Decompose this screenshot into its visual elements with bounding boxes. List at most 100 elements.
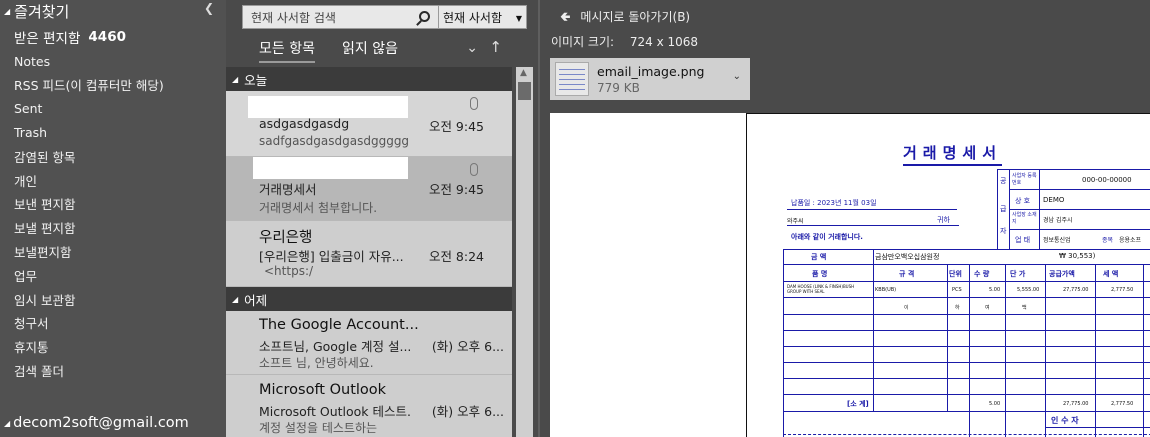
search-icon[interactable] [419,11,430,22]
folder-trash[interactable]: Trash [0,121,226,145]
folder-label: 검색 폴더 [14,363,64,379]
message-preview: <https:/ [264,264,314,278]
search-bar: 현재 사서함 검색 현재 사서함 ▼ [242,5,528,29]
reg-no-value: 000-00-00000 [1082,176,1132,184]
folder-label: Sent [14,101,43,117]
folder-label: 업무 [14,268,38,284]
column-header: 세 액 [1103,270,1119,278]
back-to-message-button[interactable]: 🢀 메시지로 돌아가기(B) [560,8,690,30]
folder-bills[interactable]: 청구서 [0,311,226,335]
subtotal-qty: 5.00 [989,401,1001,407]
group-header-today[interactable]: ◢ 오늘 [226,67,512,91]
redacted-sender [248,96,408,118]
message-sender: 우리은행 [259,230,313,246]
scroll-up-arrow-icon[interactable]: ▲ [520,68,527,78]
folder-drafts[interactable]: 임시 보관함 [0,287,226,311]
company-name-label: 상 호 [1015,197,1031,205]
recipient-suffix: 귀하 [937,216,950,224]
paperclip-icon [470,163,478,176]
attachment-card[interactable]: email_image.png 779 KB ⌄ [550,58,750,100]
search-scope-dropdown[interactable]: 현재 사서함 ▼ [439,5,527,29]
folder-outbox[interactable]: 보낼 편지함 [0,216,226,240]
invoice-document: 거래명세서 공 급 자 사업자 등록번호 000-00-00000 상 호 DE… [746,113,1150,437]
collapse-triangle-icon: ◢ [232,294,239,304]
column-header: 규 격 [899,270,915,278]
message-time: (화) 오후 6... [431,339,504,354]
document-title: 거래명세서 [903,142,1003,166]
attachment-size: 779 KB [597,81,640,95]
tab-all-items[interactable]: 모든 항목 [259,38,315,63]
column-header: 단 가 [1010,270,1026,278]
folder-label: 임시 보관함 [14,292,76,308]
account-header[interactable]: ◢ decom2soft@gmail.com [0,409,226,437]
redacted-sender [253,157,408,179]
message-subject: 거래명세서 [259,182,317,197]
folder-label: 보낼편지함 [14,244,72,260]
image-thumbnail-icon [555,62,589,96]
list-item[interactable]: Microsoft Outlook Microsoft Outlook 테스트.… [226,375,512,437]
supplier-side-label: 자 [1000,227,1007,235]
search-scope-value: 현재 사서함 [443,10,503,25]
list-item[interactable]: asdgasdgasdg 오전 9:45 sadfgasdgasdgasdggg… [226,91,512,157]
scrollbar-thumb[interactable] [518,82,531,100]
chevron-left-icon[interactable]: ❮ [204,1,214,15]
chevron-down-icon[interactable]: ⌄ [733,71,741,82]
folder-label: 보낼 편지함 [14,221,76,237]
folder-deleted[interactable]: 휴지통 [0,335,226,359]
collapse-triangle-icon: ◢ [4,6,11,16]
tab-unread[interactable]: 읽지 않음 [342,38,398,58]
amount-hangul: 금삼만오백오십삼원정 [875,253,940,261]
folder-work[interactable]: 업무 [0,263,226,287]
folder-label: 청구서 [14,316,49,332]
folder-personal[interactable]: 개인 [0,168,226,192]
sort-arrow-up-icon[interactable]: ↑ [489,38,502,56]
chevron-down-icon[interactable]: ⌄ [466,40,478,56]
account-email: decom2soft@gmail.com [13,415,189,431]
search-input[interactable]: 현재 사서함 검색 [242,5,439,29]
image-size-value: 724 x 1068 [629,35,699,49]
amount-value: ₩ 30,553) [1059,252,1096,260]
list-item[interactable]: 우리은행 [우리은행] 입출금이 자유... 오전 8:24 <https:/ [226,221,512,287]
image-size-label: 이미지 크기: [551,35,615,49]
message-sender: The Google Account... [259,317,419,333]
business-type-label: 업 태 [1015,236,1031,244]
supplier-side-label: 공 [1000,177,1007,185]
address-value: 경남 김주시 [1043,217,1073,224]
group-header-yesterday[interactable]: ◢ 어제 [226,287,512,311]
list-item[interactable]: The Google Account... 소프트님, Google 계정 설.… [226,311,512,375]
favorites-header[interactable]: ◢ 즐겨찾기 [0,0,226,22]
image-preview: 거래명세서 공 급 자 사업자 등록번호 000-00-00000 상 호 DE… [550,113,1150,437]
folder-label: 개인 [14,173,38,189]
back-label: 메시지로 돌아가기(B) [580,10,691,24]
folder-outbox-2[interactable]: 보낼편지함 [0,240,226,264]
message-list-pane: 현재 사서함 검색 현재 사서함 ▼ 모든 항목 읽지 않음 ⌄ ↑ ◢ 오늘 … [226,0,538,437]
message-list-scrollbar[interactable]: ▲ [516,67,533,437]
folder-search[interactable]: 검색 폴더 [0,359,226,383]
inbox-label: 받은 편지함 [14,31,81,47]
search-placeholder: 현재 사서함 검색 [251,10,336,25]
message-subject: [우리은행] 입출금이 자유... [259,249,404,264]
folder-sent[interactable]: Sent [0,97,226,121]
folder-infected[interactable]: 감염된 항목 [0,144,226,168]
folder-label: 휴지통 [14,340,49,356]
folder-sent-items[interactable]: 보낸 편지함 [0,192,226,216]
reg-no-label: 사업자 등록번호 [1012,173,1037,186]
row2-unit: 하 [955,305,960,311]
list-item[interactable]: 거래명세서 오전 9:45 거래명세서 첨부합니다. [226,157,512,221]
image-size-info: 이미지 크기: 724 x 1068 [551,33,698,50]
folder-rss[interactable]: RSS 피드(이 컴퓨터만 해당) [0,73,226,97]
folder-label: 보낸 편지함 [14,197,76,213]
row2-price: 백 [1022,305,1027,311]
supplier-side-label: 급 [1000,205,1007,213]
folder-inbox[interactable]: 받은 편지함 4460 [0,22,226,52]
collapse-triangle-icon: ◢ [4,418,11,428]
folder-notes[interactable]: Notes [0,52,226,73]
folder-label: Trash [14,124,48,140]
message-sender: Microsoft Outlook [259,382,387,398]
message-time: 오전 8:24 [428,249,484,264]
message-preview: 거래명세서 첨부합니다. [259,201,378,215]
inbox-unread-count: 4460 [88,29,126,45]
favorites-label: 즐겨찾기 [14,2,70,21]
delivery-date: 납품일 : 2023년 11월 03일 [791,199,877,207]
column-header: 공급가액 [1049,270,1075,278]
